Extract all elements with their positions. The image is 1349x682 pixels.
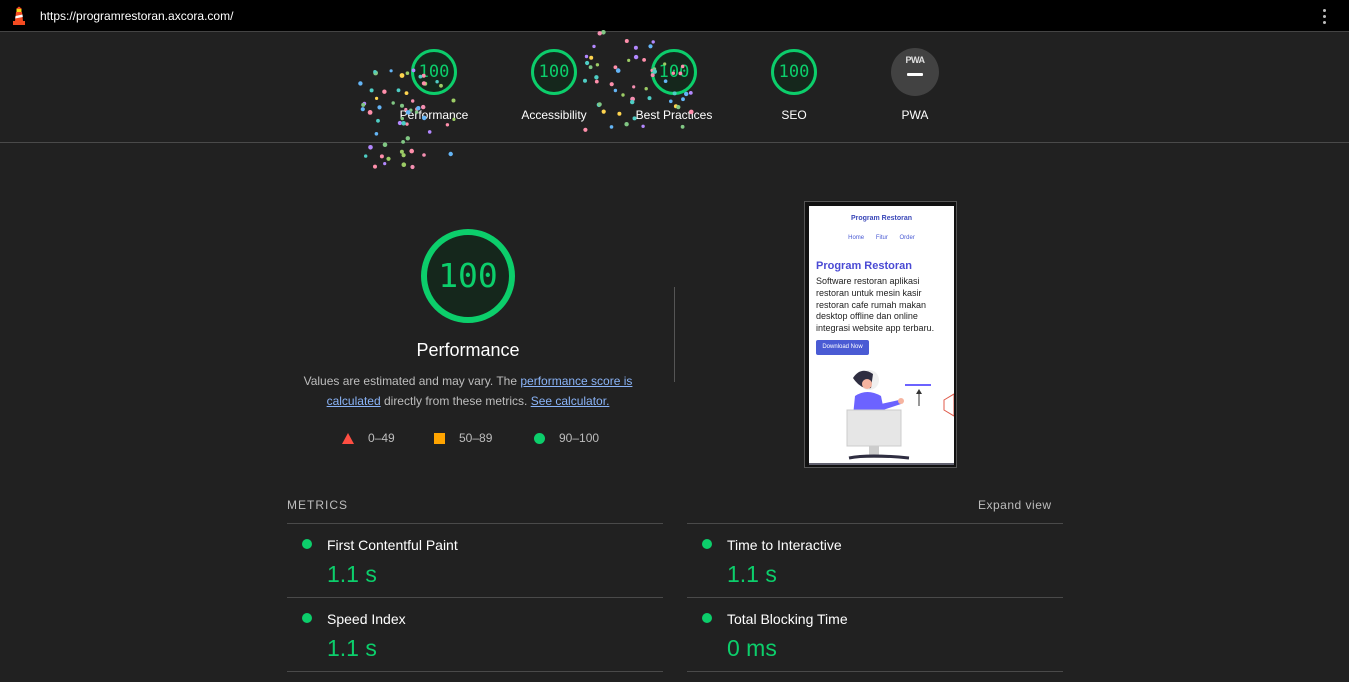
performance-gauge: 100 [420, 228, 516, 324]
confetti-dot [399, 149, 404, 154]
divider [287, 671, 663, 672]
gauge-score: 100 [658, 62, 690, 82]
gauge-label: Accessibility [521, 108, 587, 122]
confetti-dot [368, 145, 373, 150]
metric-title: Speed Index [327, 611, 406, 627]
legend-range: 90–100 [559, 431, 600, 445]
metric-title: Total Blocking Time [727, 611, 848, 627]
gauge-performance[interactable]: 100 Performance [374, 48, 494, 122]
gauge-label: SEO [781, 108, 807, 122]
confetti-dot [379, 154, 384, 159]
performance-description: Values are estimated and may vary. The p… [290, 371, 646, 411]
performance-title: Performance [416, 340, 520, 360]
confetti-dot [422, 153, 426, 157]
average-square-icon [434, 432, 445, 444]
more-options-icon[interactable] [1316, 6, 1332, 26]
gauge-ring: 100 [530, 48, 578, 96]
divider [674, 287, 675, 382]
pass-circle-icon [302, 613, 312, 623]
metric-value: 1.1 s [327, 561, 377, 587]
gauge-ring: 100 [770, 48, 818, 96]
gauge-pwa[interactable]: PWA PWA [855, 48, 975, 122]
metric-speed-index: Speed Index 1.1 s [287, 597, 663, 671]
metric-total-blocking-time: Total Blocking Time 0 ms [687, 597, 1063, 671]
pwa-badge-icon: PWA [891, 48, 939, 96]
screenshot-nav-item: Order [899, 235, 915, 241]
confetti-dot [383, 162, 387, 166]
pwa-badge-text: PWA [905, 55, 925, 65]
screenshot-nav: Home Fitur Order [809, 235, 954, 241]
confetti-dot [409, 148, 415, 154]
gauge-ring: 100 [650, 48, 698, 96]
legend-range: 0–49 [368, 431, 395, 445]
pass-circle-icon [702, 539, 712, 549]
metric-time-to-interactive: Time to Interactive 1.1 s [687, 523, 1063, 597]
pass-circle-icon [534, 432, 545, 444]
legend-fail: 0–49 [342, 430, 395, 446]
see-calculator-link[interactable]: See calculator. [531, 394, 610, 408]
confetti-dot [448, 151, 453, 157]
metric-value: 1.1 s [727, 561, 777, 587]
confetti-dot [382, 142, 388, 147]
desc-prefix: Values are estimated and may vary. The [303, 374, 521, 388]
pass-circle-icon [302, 539, 312, 549]
score-gauges-header: 100 Performance 100 Accessibility 100 Be… [0, 32, 1349, 143]
illustration-icon [809, 370, 954, 465]
confetti-dot [410, 164, 415, 170]
screenshot-heading: Program Restoran [816, 260, 912, 272]
gauge-seo[interactable]: 100 SEO [734, 48, 854, 122]
screenshot-nav-item: Home [848, 235, 865, 241]
screenshot-nav-item: Fitur [875, 235, 888, 241]
screenshot-paragraph: Software restoran aplikasi restoran untu… [816, 276, 935, 334]
screenshot-brand: Program Restoran [850, 215, 913, 222]
gauge-ring: 100 [410, 48, 458, 96]
performance-score: 100 [438, 256, 498, 295]
legend-average: 50–89 [434, 430, 492, 446]
gauge-score: 100 [778, 62, 810, 82]
gauge-label: PWA [901, 108, 929, 122]
gauge-label: Best Practices [635, 108, 713, 122]
gauge-best-practices[interactable]: 100 Best Practices [614, 48, 734, 122]
confetti-dot [401, 162, 407, 167]
screenshot-page: Program Restoran Home Fitur Order Progra… [809, 206, 954, 465]
url-bar: https://programrestoran.axcora.com/ [0, 0, 1349, 32]
confetti-dot [401, 153, 406, 158]
lighthouse-logo-icon [13, 6, 25, 25]
metric-first-contentful-paint: First Contentful Paint 1.1 s [287, 523, 663, 597]
legend-pass: 90–100 [534, 430, 599, 446]
desc-middle: directly from these metrics. [380, 394, 531, 408]
divider [687, 671, 1063, 672]
screenshot-button: Download Now [816, 340, 869, 355]
page-url: https://programrestoran.axcora.com/ [40, 9, 234, 23]
expand-view-toggle[interactable]: Expand view [978, 498, 1052, 512]
gauge-label: Performance [399, 108, 469, 122]
metric-value: 0 ms [727, 635, 777, 661]
gauge-accessibility[interactable]: 100 Accessibility [494, 48, 614, 122]
metric-title: Time to Interactive [727, 537, 842, 553]
final-screenshot[interactable]: Program Restoran Home Fitur Order Progra… [804, 201, 957, 468]
metric-value: 1.1 s [327, 635, 377, 661]
confetti-dot [386, 156, 391, 161]
confetti-dot [364, 154, 368, 158]
legend-range: 50–89 [459, 431, 493, 445]
gauge-score: 100 [538, 62, 570, 82]
confetti-dot [373, 164, 377, 169]
gauge-score: 100 [418, 62, 450, 82]
metric-title: First Contentful Paint [327, 537, 458, 553]
fail-triangle-icon [342, 432, 354, 444]
pass-circle-icon [702, 613, 712, 623]
metrics-header: METRICS [287, 498, 348, 512]
